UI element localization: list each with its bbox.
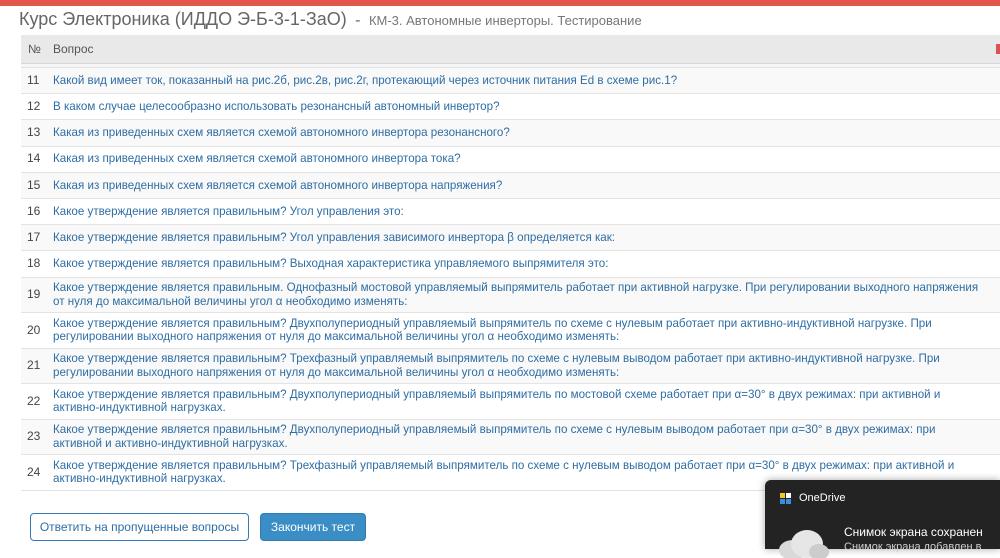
table-row[interactable]: 12 В каком случае целесообразно использов… — [21, 94, 1000, 121]
notification-app-row: OneDrive — [780, 492, 845, 504]
question-number: 21 — [27, 358, 41, 373]
question-number: 11 — [27, 72, 40, 87]
question-number: 13 — [27, 125, 41, 140]
question-number: 18 — [27, 256, 41, 271]
course-title: Курс Электроника (ИДДО Э-Б-3-1-ЗаО) — [19, 9, 347, 29]
table-body: 11 Какой вид имеет ток, показанный на рис… — [21, 68, 1000, 491]
table-row[interactable]: 14 Какая из приведенных схем является схе… — [21, 147, 1000, 173]
question-link[interactable]: Какая из приведенных схем является схемо… — [53, 126, 1000, 139]
onedrive-cloud-icon — [779, 530, 829, 558]
table-row[interactable]: 23 Какое утверждение является правильным?… — [21, 419, 1000, 455]
question-number: 19 — [27, 287, 41, 302]
notification-app-name: OneDrive — [799, 492, 846, 504]
question-number: 14 — [27, 151, 41, 166]
answer-skipped-button[interactable]: Ответить на пропущенные вопросы — [30, 513, 249, 541]
notification-title: Снимок экрана сохранен — [844, 525, 983, 539]
table-row[interactable]: 17 Какое утверждение является правильным?… — [21, 225, 1000, 252]
title-separator: - — [355, 12, 361, 29]
question-number: 12 — [27, 99, 41, 114]
table-row[interactable]: 15 Какая из приведенных схем является схе… — [21, 172, 1000, 199]
question-number: 17 — [27, 230, 41, 245]
question-link[interactable]: Какое утверждение является правильным? Д… — [53, 423, 1000, 450]
column-header-number: № — [28, 42, 41, 56]
table-row[interactable]: 21 Какое утверждение является правильным?… — [21, 348, 1000, 384]
onedrive-notification[interactable]: OneDrive Снимок экрана сохранен Снимок э… — [765, 480, 1000, 558]
page-title: Курс Электроника (ИДДО Э-Б-3-1-ЗаО) - КМ… — [19, 9, 994, 30]
question-number: 23 — [27, 429, 41, 444]
table-row[interactable]: 16 Какое утверждение является правильным?… — [21, 199, 1000, 226]
column-header-question: Вопрос — [53, 42, 94, 56]
table-row[interactable]: 11 Какой вид имеет ток, показанный на рис… — [21, 68, 1000, 95]
table-row[interactable]: 13 Какая из приведенных схем является схе… — [21, 120, 1000, 147]
question-link[interactable]: Какое утверждение является правильным? Д… — [53, 317, 1000, 344]
test-subtitle: КМ-3. Автономные инверторы. Тестирование — [368, 13, 642, 28]
table-row[interactable]: 20 Какое утверждение является правильным?… — [21, 313, 1000, 349]
question-link[interactable]: Какое утверждение является правильным? У… — [53, 205, 1000, 218]
table-row[interactable]: 19 Какое утверждение является правильным.… — [21, 277, 1000, 313]
question-link[interactable]: В каком случае целесообразно использоват… — [53, 100, 1000, 113]
question-link[interactable]: Какая из приведенных схем является схемо… — [53, 152, 1000, 165]
finish-test-button[interactable]: Закончить тест — [260, 513, 366, 541]
question-link[interactable]: Какое утверждение является правильным? Т… — [53, 352, 1000, 379]
question-number: 24 — [27, 464, 41, 479]
question-number: 15 — [27, 177, 41, 192]
questions-table: № Вопрос 11 Какой вид имеет ток, показанн… — [21, 35, 1000, 491]
table-row[interactable]: 22 Какое утверждение является правильным?… — [21, 384, 1000, 420]
question-link[interactable]: Какой вид имеет ток, показанный на рис.2… — [53, 74, 1000, 87]
question-number: 16 — [27, 203, 41, 218]
question-link[interactable]: Какое утверждение является правильным? Д… — [53, 388, 1000, 415]
notification-body: Снимок экрана добавлен в — [844, 541, 982, 553]
question-link[interactable]: Какое утверждение является правильным? В… — [53, 257, 1000, 270]
question-link[interactable]: Какое утверждение является правильным? У… — [53, 231, 1000, 244]
question-number: 20 — [27, 322, 41, 337]
table-row[interactable]: 18 Какое утверждение является правильным?… — [21, 251, 1000, 278]
header-red-marker — [996, 44, 1000, 54]
question-link[interactable]: Какое утверждение является правильным. О… — [53, 281, 1000, 308]
question-link[interactable]: Какая из приведенных схем является схемо… — [53, 179, 1000, 192]
table-header: № Вопрос — [21, 35, 1000, 64]
top-accent-stripe — [0, 0, 1000, 6]
question-number: 22 — [27, 393, 41, 408]
onedrive-app-icon — [780, 492, 791, 504]
